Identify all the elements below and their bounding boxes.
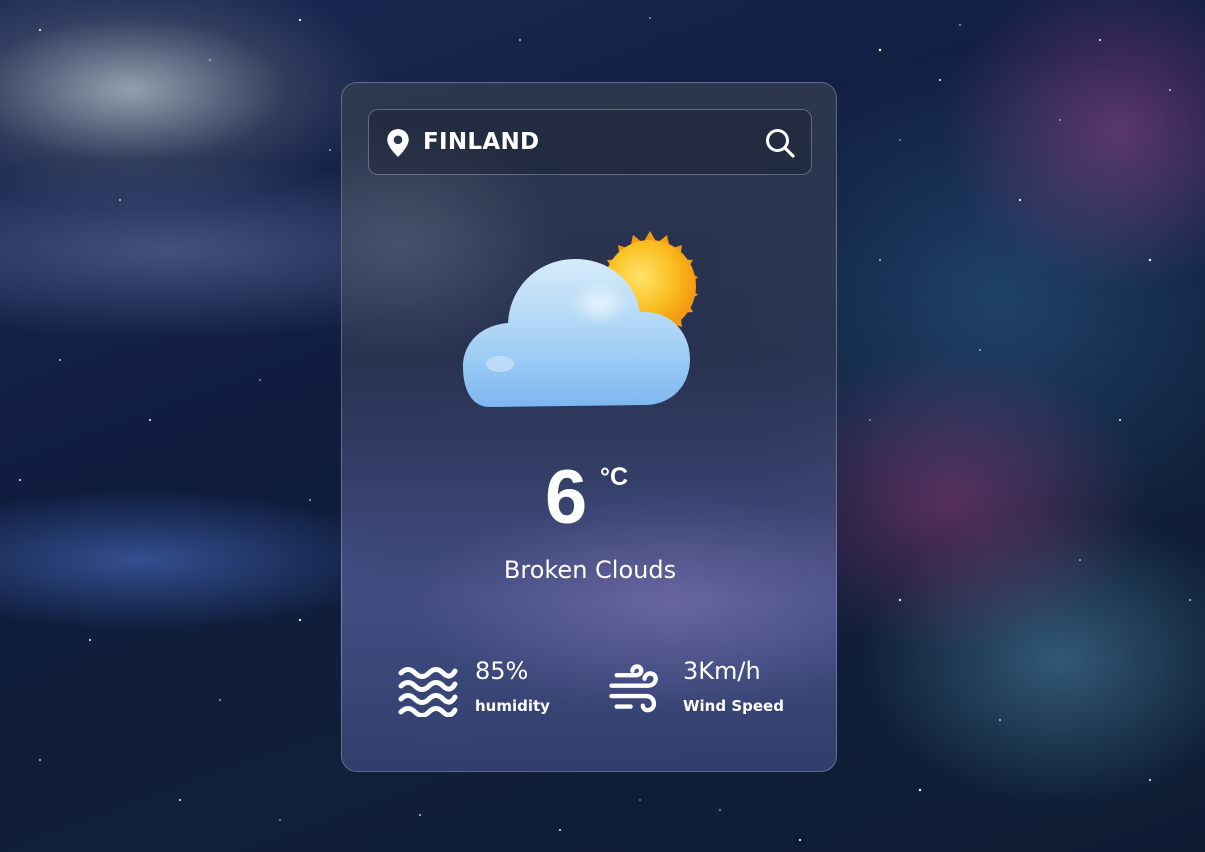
cloud-sun-icon xyxy=(463,231,698,407)
search-icon[interactable] xyxy=(763,126,797,160)
wind-label: Wind Speed xyxy=(683,697,784,715)
waves-icon xyxy=(398,667,458,717)
temperature: 6 °C xyxy=(342,453,836,543)
temperature-unit: °C xyxy=(600,463,629,491)
search-box xyxy=(368,109,812,175)
humidity-label: humidity xyxy=(475,697,550,715)
weather-description: Broken Clouds xyxy=(503,556,677,584)
wind-value: 3Km/h xyxy=(683,657,761,685)
location-pin-icon xyxy=(387,129,409,157)
humidity-value: 85% xyxy=(475,657,529,685)
search-input[interactable] xyxy=(423,122,753,162)
humidity-detail: 85% humidity xyxy=(397,657,577,727)
wind-icon xyxy=(609,664,658,713)
weather-card: 6 °C Broken Clouds 85% humidity 3Km/h Wi… xyxy=(341,82,837,772)
wind-detail: 3Km/h Wind Speed xyxy=(604,657,804,727)
temperature-value: 6 xyxy=(545,455,588,540)
